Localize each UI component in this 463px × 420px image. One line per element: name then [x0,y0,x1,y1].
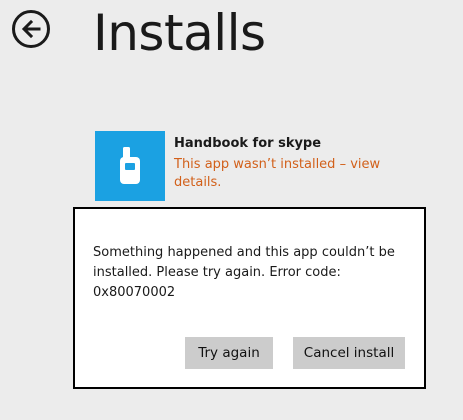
error-dialog: Something happened and this app couldn’t… [73,207,426,389]
install-status-link[interactable]: This app wasn’t installed – view details… [174,156,404,192]
back-button[interactable] [12,10,50,48]
error-message: Something happened and this app couldn’t… [93,245,395,300]
try-again-button[interactable]: Try again [185,337,273,369]
cancel-install-button[interactable]: Cancel install [293,337,405,369]
app-tile[interactable] [95,131,165,201]
back-arrow-icon [21,19,41,39]
phone-icon [120,147,140,184]
app-name: Handbook for skype [174,136,322,151]
page-title: Installs [93,4,266,62]
